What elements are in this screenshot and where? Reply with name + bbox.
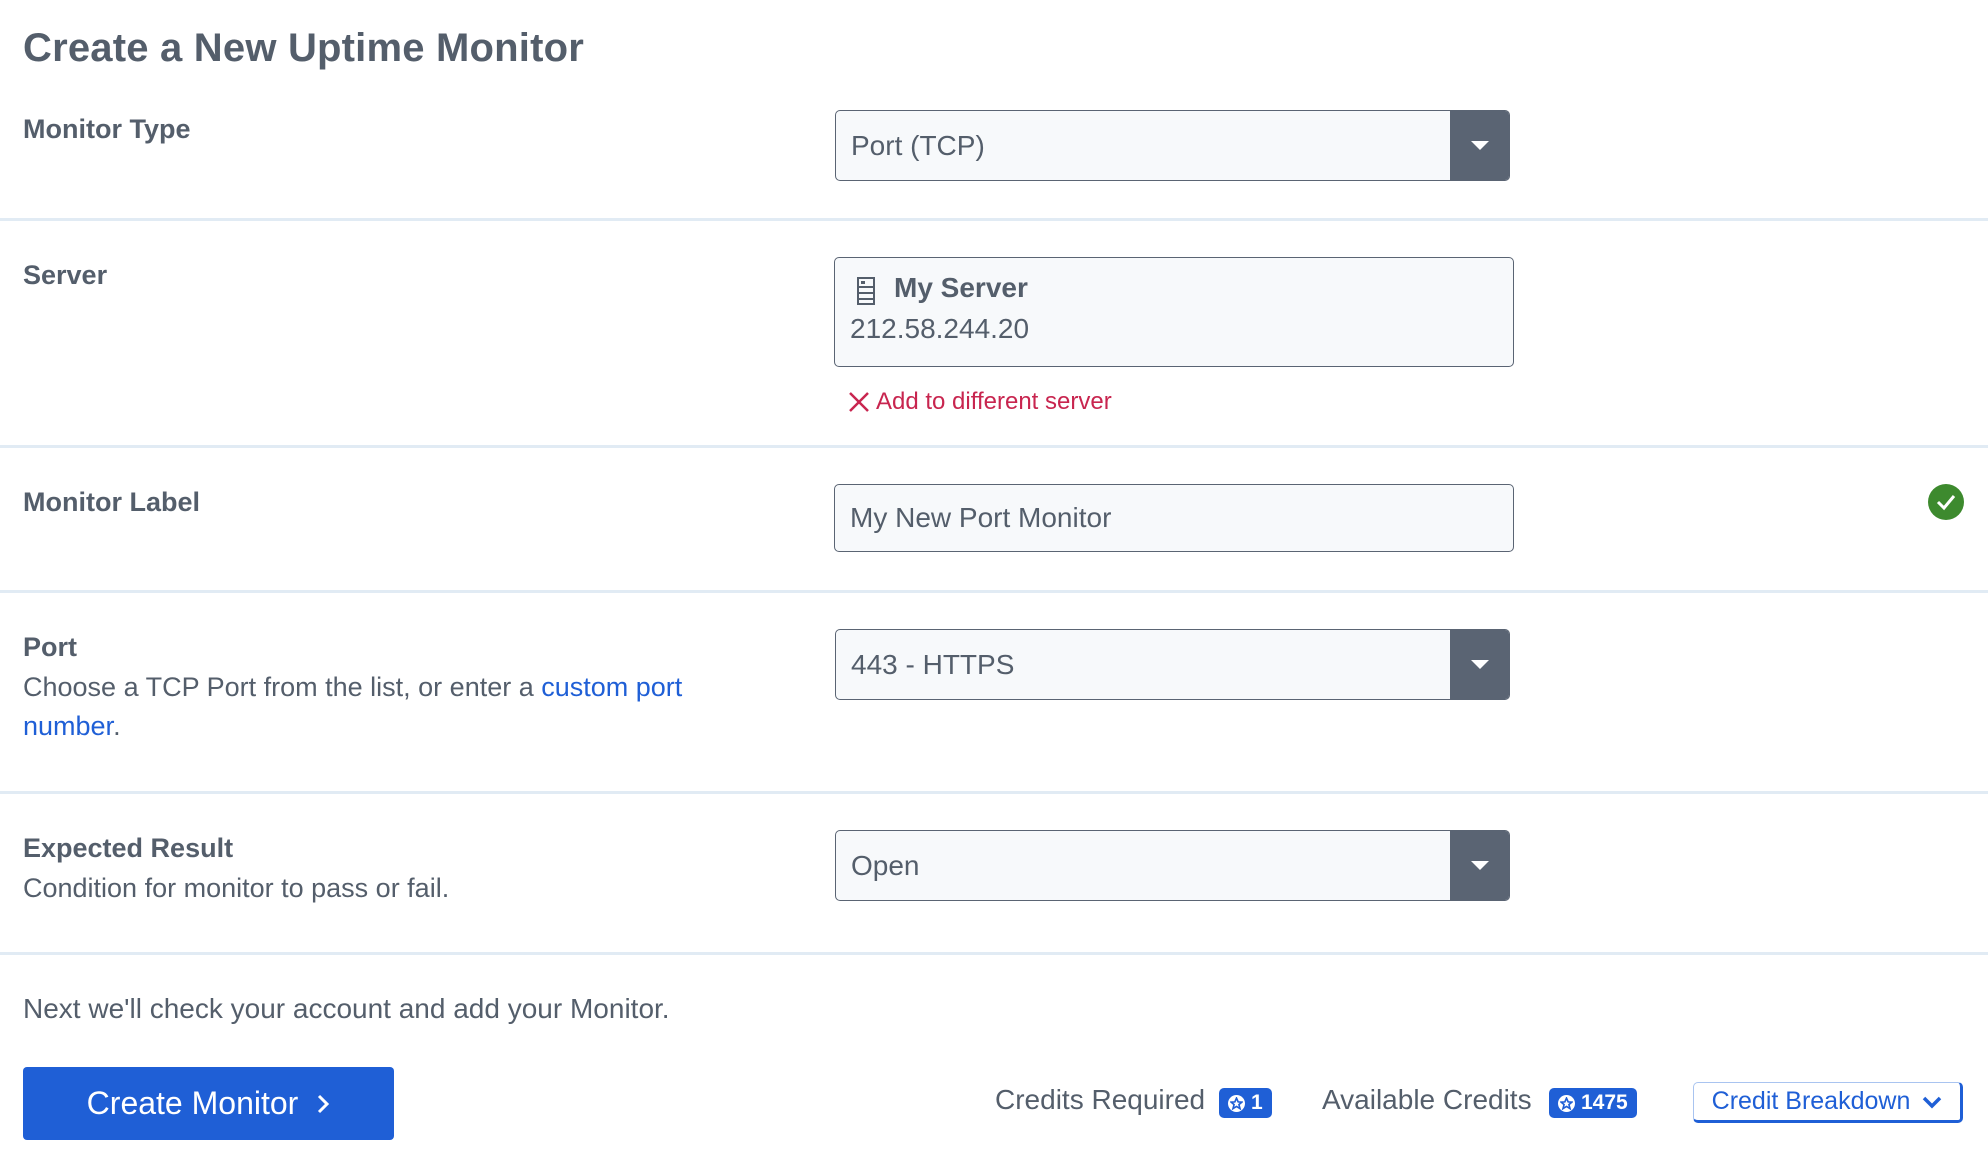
expected-result-select[interactable]: Open: [835, 830, 1510, 901]
expected-result-value: Open: [851, 849, 920, 881]
caret-down-icon: [1470, 861, 1489, 870]
expected-result-description: Condition for monitor to pass or fail.: [23, 873, 450, 903]
port-label: Port: [23, 632, 77, 662]
server-ip: 212.58.244.20: [850, 313, 1030, 344]
server-icon: [857, 277, 875, 305]
monitor-type-select[interactable]: Port (TCP): [835, 110, 1510, 181]
valid-check-icon: [1928, 484, 1964, 520]
chevron-down-icon: [1923, 1096, 1942, 1108]
available-credits-badge: 1475: [1549, 1088, 1637, 1118]
monitor-label-input[interactable]: My New Port Monitor: [834, 484, 1514, 552]
divider: [0, 218, 1988, 221]
star-icon: [1558, 1094, 1575, 1112]
create-monitor-label: Create Monitor: [86, 1085, 299, 1121]
expected-result-label: Expected Result: [23, 833, 234, 863]
divider: [0, 952, 1988, 955]
credits-required-value: 1: [1251, 1091, 1263, 1114]
create-monitor-button[interactable]: Create Monitor: [23, 1067, 394, 1140]
port-dropdown-button[interactable]: [1450, 630, 1509, 699]
caret-down-icon: [1470, 660, 1489, 669]
port-description: Choose a TCP Port from the list, or ente…: [23, 668, 783, 746]
port-select[interactable]: 443 - HTTPS: [835, 629, 1510, 700]
credit-breakdown-button[interactable]: Credit Breakdown: [1693, 1082, 1963, 1123]
available-credits-value: 1475: [1581, 1091, 1628, 1114]
monitor-type-value: Port (TCP): [851, 129, 985, 161]
credit-breakdown-label: Credit Breakdown: [1711, 1087, 1911, 1115]
monitor-label-value: My New Port Monitor: [850, 502, 1112, 533]
port-description-suffix: .: [113, 711, 121, 741]
monitor-type-label: Monitor Type: [23, 114, 191, 144]
star-icon: [1228, 1094, 1245, 1112]
server-name: My Server: [894, 272, 1028, 303]
page-title: Create a New Uptime Monitor: [23, 26, 585, 70]
monitor-type-dropdown-button[interactable]: [1450, 111, 1509, 180]
add-to-different-server-label: Add to different server: [876, 388, 1112, 415]
chevron-right-icon: [318, 1094, 330, 1113]
server-label: Server: [23, 260, 108, 290]
monitor-label-label: Monitor Label: [23, 487, 200, 517]
caret-down-icon: [1470, 141, 1489, 150]
server-card: My Server 212.58.244.20: [834, 257, 1514, 367]
close-icon: [849, 392, 869, 412]
credits-required-badge: 1: [1219, 1088, 1272, 1118]
port-value: 443 - HTTPS: [851, 648, 1015, 680]
available-credits-label: Available Credits: [1322, 1084, 1532, 1115]
divider: [0, 445, 1988, 448]
port-description-text: Choose a TCP Port from the list, or ente…: [23, 672, 542, 702]
expected-result-dropdown-button[interactable]: [1450, 831, 1509, 900]
credits-required-label: Credits Required: [995, 1084, 1206, 1115]
divider: [0, 590, 1988, 593]
add-to-different-server-link[interactable]: Add to different server: [848, 388, 1112, 416]
divider: [0, 791, 1988, 794]
next-step-text: Next we'll check your account and add yo…: [23, 993, 670, 1024]
